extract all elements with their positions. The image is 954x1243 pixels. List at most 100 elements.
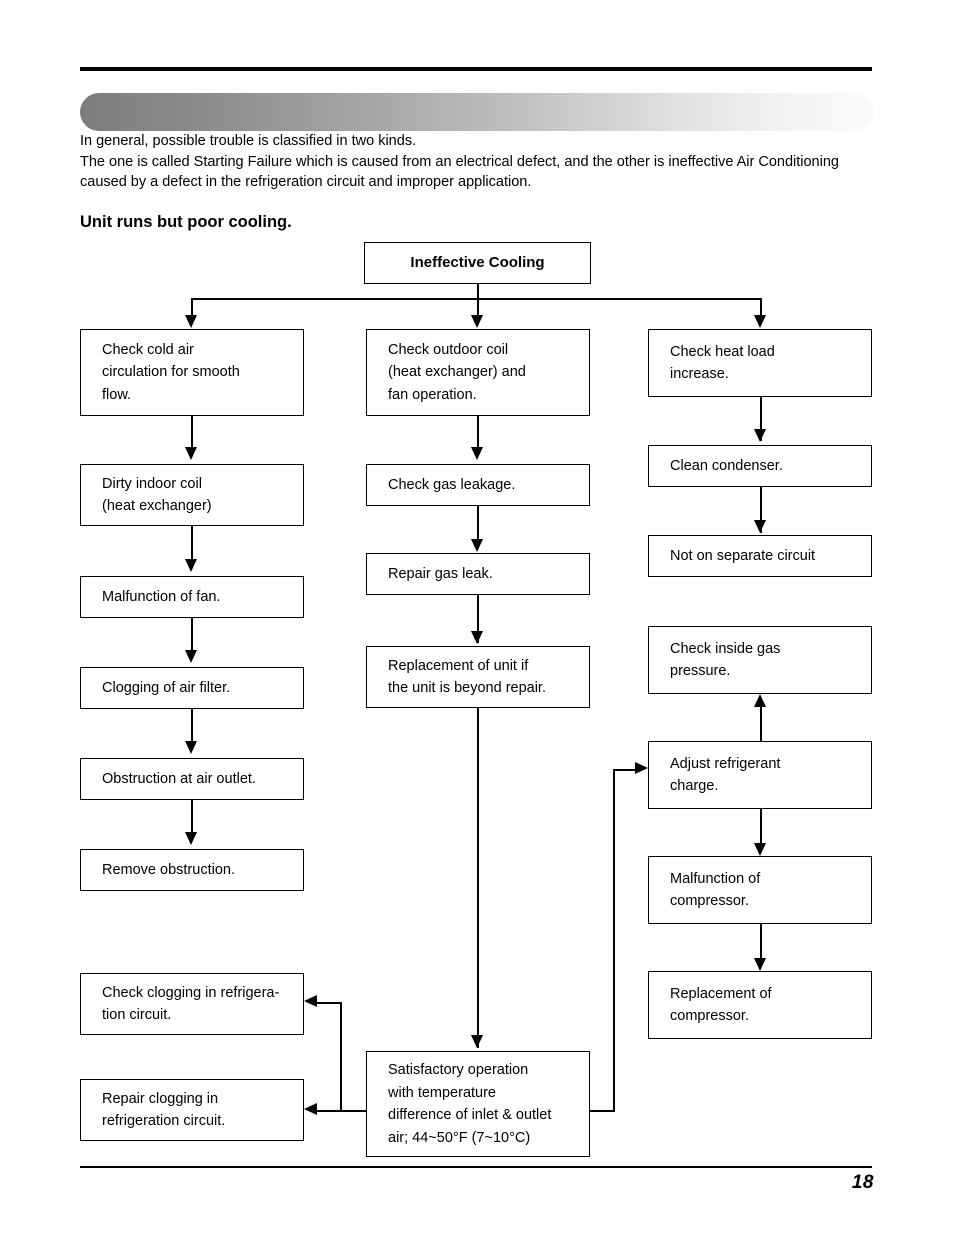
arrowhead-down-center [471,315,483,328]
flow-box-check-heat-load-increase: Check heat load increase. [648,329,872,397]
flow-box-label: Ineffective Cooling [410,253,545,271]
flow-box-line: increase. [670,366,729,382]
arrowhead-center-1-2 [471,447,483,460]
arrowhead-to-check-clogging [304,995,317,1007]
flow-box-replacement-of-unit: Replacement of unit if the unit is beyon… [366,646,590,708]
arrowhead-center-3-4 [471,631,483,644]
connector-left-5-6 [191,800,193,835]
arrowhead-right-1-2 [754,429,766,442]
flow-box-line: difference of inlet & outlet [388,1107,552,1123]
intro-line-2: The one is called Starting Failure which… [80,153,839,191]
flow-box-check-gas-leakage: Check gas leakage. [366,464,590,506]
flow-box-line: Check clogging in refrigera- [102,984,280,1001]
footer-rule [80,1166,872,1168]
flow-box-check-cold-air-circulation: Check cold air circulation for smooth fl… [80,329,304,416]
flow-box-line: Adjust refrigerant [670,755,781,772]
connector-satisfactory-left-stub [340,1110,366,1112]
flow-box-line: air; 44~50°F (7~10°C) [388,1129,531,1146]
arrowhead-down-right [754,315,766,328]
flow-box-line: Clean condenser. [670,457,783,474]
flow-box-line: charge. [670,778,719,794]
flow-box-line: Check cold air [102,341,194,358]
connector-adjust-to-check-pressure [760,706,762,742]
connector-to-check-clogging [317,1002,341,1004]
arrowhead-right-lower-3-4 [754,958,766,971]
flow-box-line: Replacement of unit if [388,657,529,674]
flow-box-line: Obstruction at air outlet. [102,770,256,787]
arrowhead-left-2-3 [185,559,197,572]
flow-box-line: Check heat load [670,343,775,360]
connector-satisfactory-right-stub [590,1110,615,1112]
flow-box-line: Dirty indoor coil [102,475,202,492]
flow-box-repair-gas-leak: Repair gas leak. [366,553,590,595]
flow-box-replacement-of-compressor: Replacement of compressor. [648,971,872,1039]
flow-box-line: Malfunction of [670,870,761,887]
flow-box-line: (heat exchanger) and [388,364,526,381]
connector-to-repair-clogging [317,1110,341,1112]
flow-box-line: refrigeration circuit. [102,1113,226,1129]
section-banner-bar [80,93,874,131]
connector-root-stem [477,284,479,299]
flow-box-line: (heat exchanger) [102,498,212,514]
flow-box-line: with temperature [388,1084,496,1101]
flow-box-repair-clogging-refrigeration-circuit: Repair clogging in refrigeration circuit… [80,1079,304,1141]
flow-box-line: Replacement of [670,985,772,1002]
flow-box-line: Repair clogging in [102,1090,219,1107]
arrowhead-left-5-6 [185,832,197,845]
flow-box-clogging-of-air-filter: Clogging of air filter. [80,667,304,709]
flow-box-line: Repair gas leak. [388,565,493,582]
flow-box-check-outdoor-coil: Check outdoor coil (heat exchanger) and … [366,329,590,416]
flow-box-line: flow. [102,386,132,403]
flow-box-line: Check gas leakage. [388,476,516,493]
arrowhead-to-repair-clogging [304,1103,317,1115]
arrowhead-left-1-2 [185,447,197,460]
connector-center-to-satisfactory [477,708,479,1048]
flow-box-line: Check inside gas [670,640,781,657]
intro-line-1: In general, possible trouble is classifi… [80,133,417,149]
flow-box-line: pressure. [670,663,731,679]
flow-box-line: compressor. [670,893,749,909]
flow-box-check-clogging-refrigeration-circuit: Check clogging in refrigera- tion circui… [80,973,304,1035]
connector-feedback-riser-right [613,769,615,1112]
flow-box-line: Not on separate circuit [670,547,816,564]
flow-box-line: Remove obstruction. [102,861,235,878]
arrowhead-left-4-5 [185,741,197,754]
flow-box-malfunction-of-fan: Malfunction of fan. [80,576,304,618]
intro-paragraph: In general, possible trouble is classifi… [80,131,870,193]
flow-box-remove-obstruction: Remove obstruction. [80,849,304,891]
arrowhead-to-adjust-refrigerant [635,762,648,774]
connector-left-2-3 [191,526,193,562]
flow-box-line: circulation for smooth [102,364,240,381]
arrowhead-down-left [185,315,197,328]
connector-distribution-bar [191,298,761,300]
flow-box-malfunction-of-compressor: Malfunction of compressor. [648,856,872,924]
header-rule [80,67,872,71]
flow-box-line: Satisfactory operation [388,1062,529,1078]
connector-center-2-3 [477,506,479,542]
connector-left-4-5 [191,709,193,744]
flow-box-line: Clogging of air filter. [102,679,231,696]
arrowhead-right-lower-2-3 [754,843,766,856]
arrowhead-center-to-satisfactory [471,1035,483,1048]
flow-box-ineffective-cooling: Ineffective Cooling [364,242,591,284]
flow-box-obstruction-at-air-outlet: Obstruction at air outlet. [80,758,304,800]
arrowhead-left-3-4 [185,650,197,663]
flow-box-adjust-refrigerant-charge: Adjust refrigerant charge. [648,741,872,809]
flow-box-line: tion circuit. [102,1007,172,1023]
connector-left-1-2 [191,416,193,451]
flow-box-dirty-indoor-coil: Dirty indoor coil (heat exchanger) [80,464,304,526]
flow-box-line: fan operation. [388,386,477,403]
flow-box-line: the unit is beyond repair. [388,680,546,696]
flow-box-line: compressor. [670,1008,749,1024]
page-number: 18 [851,1172,874,1193]
manual-page: In general, possible trouble is classifi… [0,0,954,1243]
flow-box-clean-condenser: Clean condenser. [648,445,872,487]
connector-center-1-2 [477,416,479,451]
page-title: Unit runs but poor cooling. [80,213,292,231]
flow-box-check-inside-gas-pressure: Check inside gas pressure. [648,626,872,694]
connector-feedback-riser-left [340,1002,342,1112]
arrowhead-right-2-3 [754,520,766,533]
flow-box-line: Malfunction of fan. [102,588,221,605]
connector-left-3-4 [191,618,193,653]
flow-box-line: Check outdoor coil [388,341,509,358]
